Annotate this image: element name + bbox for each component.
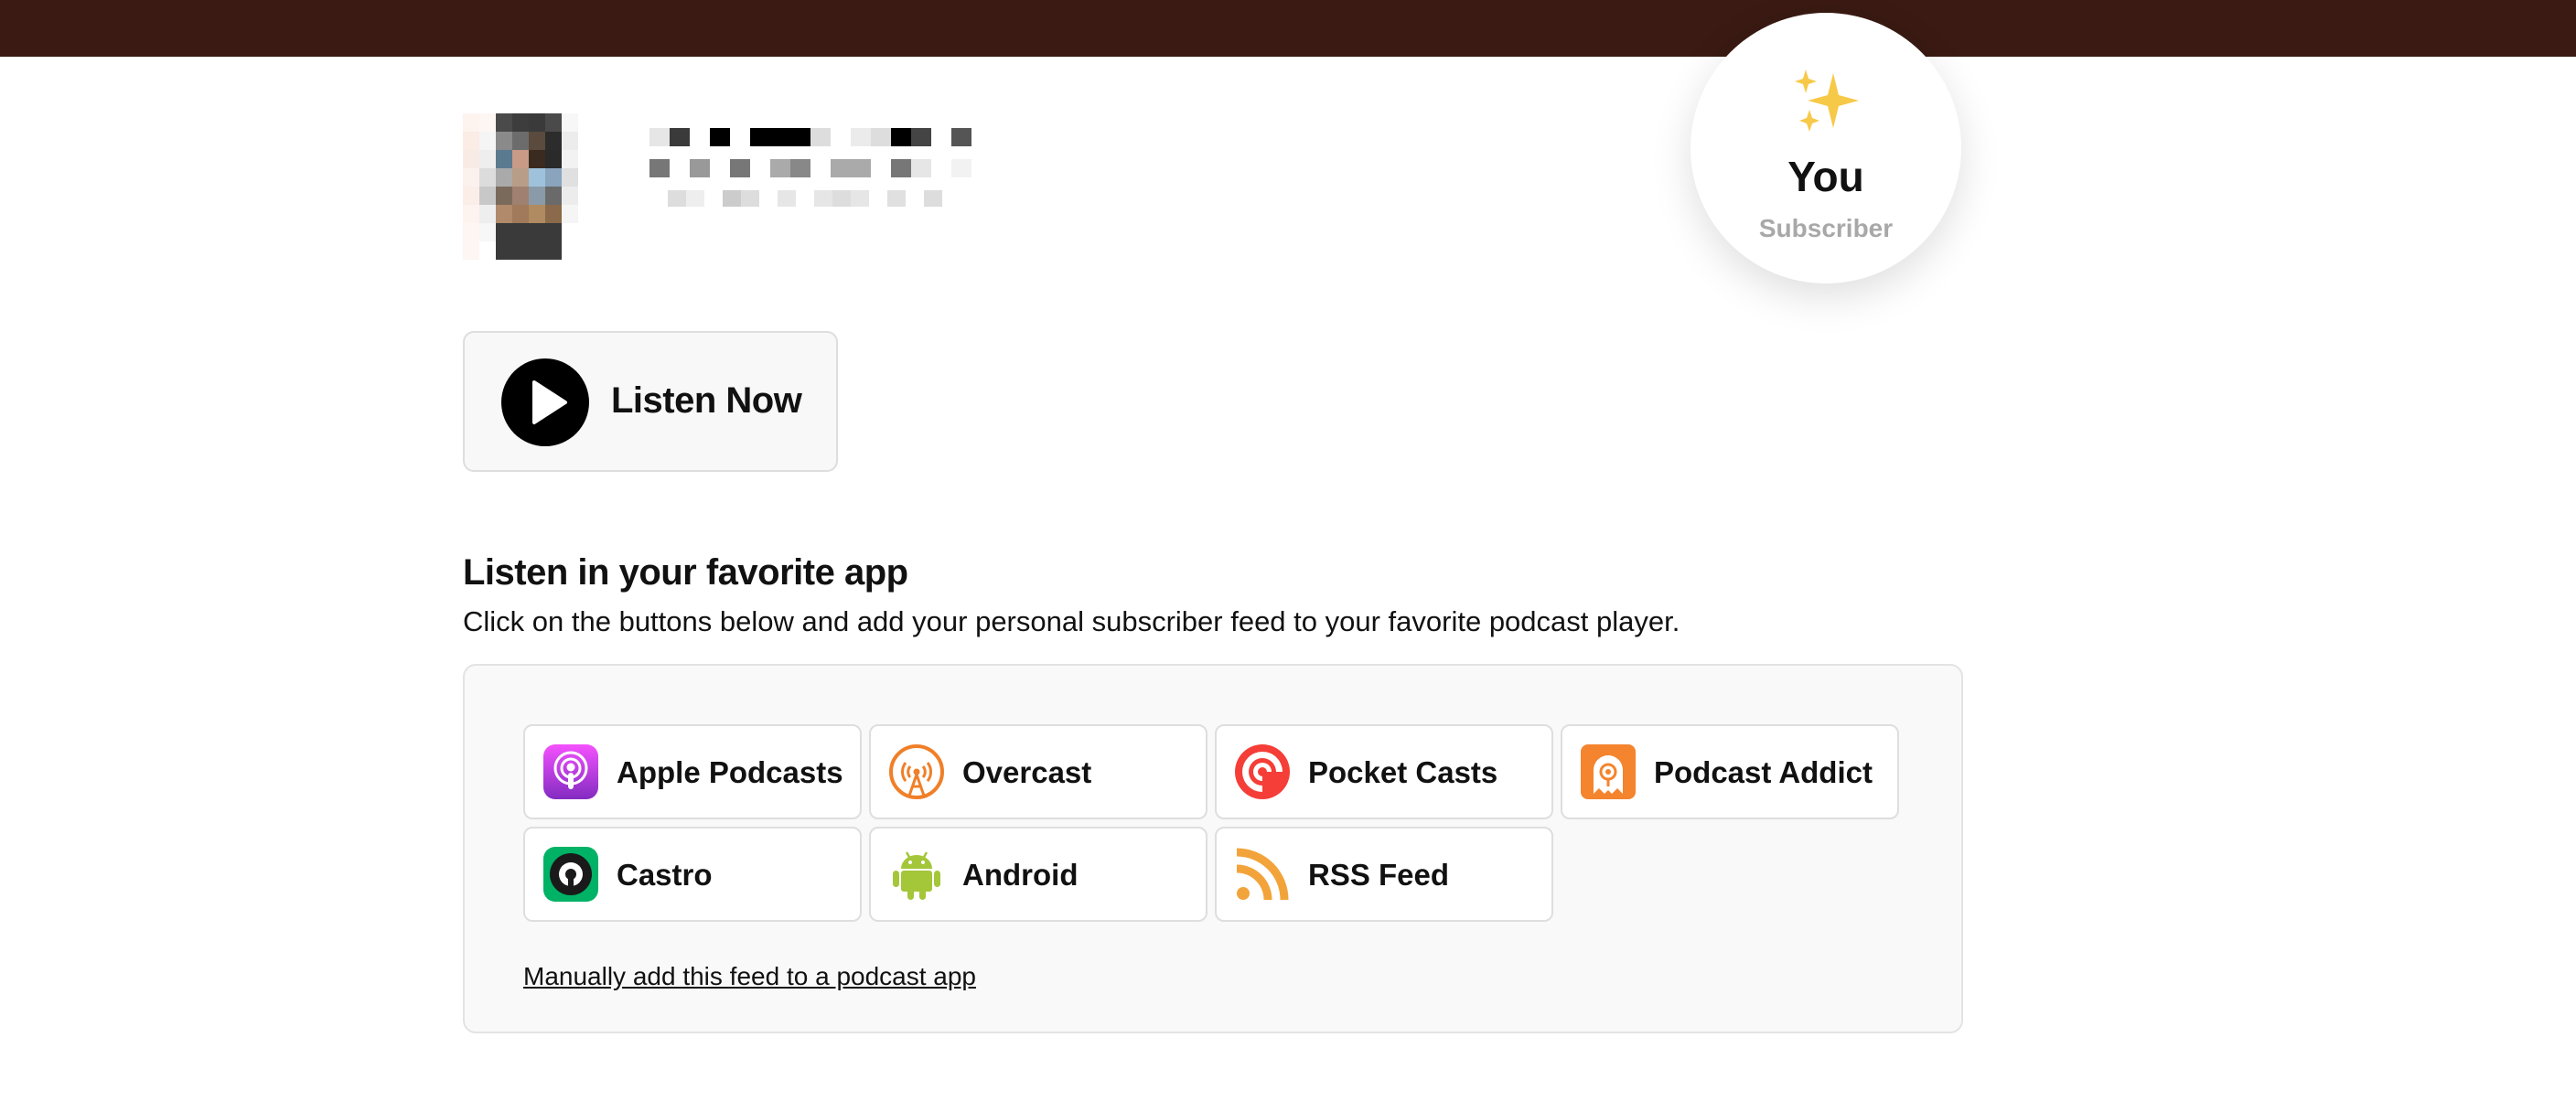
castro-icon	[543, 847, 598, 902]
subscriber-badge: You Subscriber	[1690, 13, 1961, 283]
badge-role: Subscriber	[1758, 214, 1894, 242]
section-description: Click on the buttons below and add your …	[463, 605, 1680, 637]
pocket-casts-label: Pocket Casts	[1308, 755, 1498, 789]
podcast-addict-button[interactable]: Podcast Addict	[1561, 724, 1899, 819]
top-header-bar	[0, 0, 2576, 57]
podcast-title-pixelated	[649, 128, 971, 221]
pocket-casts-icon	[1235, 744, 1290, 799]
podcast-artwork	[463, 113, 595, 260]
rss-feed-label: RSS Feed	[1308, 858, 1450, 892]
overcast-button[interactable]: Overcast	[869, 724, 1208, 819]
listen-now-label: Listen Now	[611, 380, 802, 421]
badge-name: You	[1787, 153, 1864, 200]
castro-button[interactable]: Castro	[523, 827, 862, 922]
podcast-apps-panel: Apple Podcasts Overcast Pocket Casts Pod…	[463, 664, 1963, 1033]
rss-feed-button[interactable]: RSS Feed	[1215, 827, 1553, 922]
manual-add-feed-link[interactable]: Manually add this feed to a podcast app	[523, 962, 976, 991]
podcast-addict-icon	[1581, 744, 1636, 799]
sparkles-icon	[1795, 70, 1859, 132]
android-button[interactable]: Android	[869, 827, 1208, 922]
listen-now-button[interactable]: Listen Now	[463, 331, 838, 472]
pocket-casts-button[interactable]: Pocket Casts	[1215, 724, 1553, 819]
android-icon	[893, 851, 940, 900]
overcast-label: Overcast	[962, 755, 1092, 789]
apple-podcasts-icon	[543, 744, 598, 799]
apple-podcasts-button[interactable]: Apple Podcasts	[523, 724, 862, 819]
apple-podcasts-label: Apple Podcasts	[617, 755, 843, 789]
rss-feed-icon	[1236, 848, 1289, 901]
podcast-addict-label: Podcast Addict	[1654, 755, 1873, 789]
overcast-icon	[889, 744, 944, 799]
section-title: Listen in your favorite app	[463, 552, 908, 593]
play-icon	[501, 358, 589, 446]
castro-label: Castro	[617, 858, 713, 892]
android-label: Android	[962, 858, 1079, 892]
